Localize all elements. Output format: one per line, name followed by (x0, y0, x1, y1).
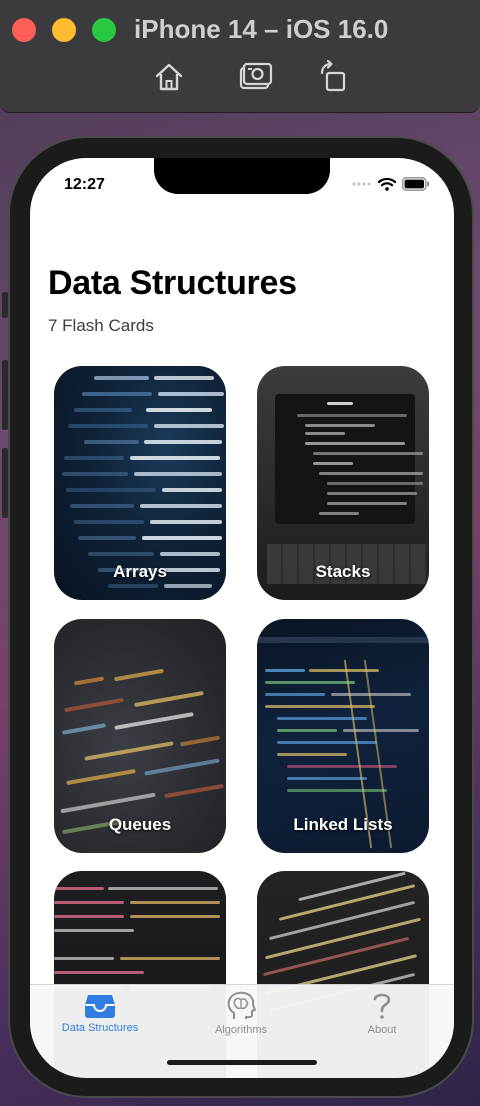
flash-card-stacks[interactable]: Stacks (257, 366, 429, 600)
signal-dots-icon (352, 182, 371, 186)
tab-algorithms[interactable]: Algorithms (171, 991, 311, 1036)
rotate-icon (320, 59, 346, 92)
close-window-button[interactable] (12, 18, 36, 42)
question-mark-icon (373, 993, 391, 1019)
device-volume-up (2, 360, 8, 430)
tab-label: Algorithms (215, 1024, 267, 1036)
home-indicator (167, 1060, 317, 1065)
simulator-title-bar: iPhone 14 – iOS 16.0 (0, 0, 480, 113)
battery-icon (402, 177, 429, 191)
screenshot-icon (239, 62, 273, 90)
wifi-icon (378, 177, 396, 191)
flash-card-count: 7 Flash Cards (48, 316, 154, 335)
flash-card-linked-lists[interactable]: Linked Lists (257, 619, 429, 853)
tab-about[interactable]: About (312, 991, 452, 1036)
screenshot-button[interactable] (239, 60, 273, 94)
tray-icon (85, 995, 115, 1018)
device-mute-switch (2, 292, 8, 318)
card-label: Stacks (315, 562, 371, 581)
home-button[interactable] (152, 60, 186, 94)
zoom-window-button[interactable] (92, 18, 116, 42)
flash-card-arrays[interactable]: Arrays (54, 366, 226, 600)
simulator-title: iPhone 14 – iOS 16.0 (134, 14, 389, 44)
device-screen: 12:27 Data Structures 7 Flash Cards Arra… (30, 158, 454, 1078)
card-label: Queues (108, 815, 172, 834)
home-icon (155, 63, 183, 91)
tab-data-structures[interactable]: Data Structures (30, 991, 170, 1034)
notch (154, 158, 330, 194)
rotate-button[interactable] (317, 59, 351, 94)
status-time: 12:27 (64, 176, 105, 193)
minimize-window-button[interactable] (52, 18, 76, 42)
brain-head-icon (227, 991, 256, 1019)
status-indicators (352, 177, 430, 191)
flash-card-queues[interactable]: Queues (54, 619, 226, 853)
device-volume-down (2, 448, 8, 518)
page-title: Data Structures (48, 264, 297, 302)
card-label: Arrays (113, 562, 167, 581)
tab-label: About (367, 1024, 397, 1036)
tab-label: Data Structures (61, 1022, 139, 1034)
card-label: Linked Lists (293, 815, 393, 834)
